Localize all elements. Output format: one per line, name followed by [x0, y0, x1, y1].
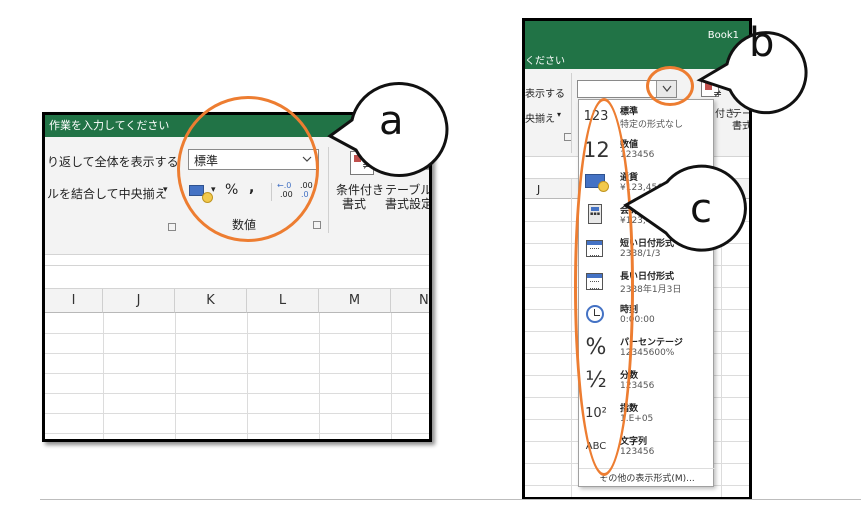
bottom-rule — [40, 499, 861, 500]
callout-bubble-c — [623, 164, 747, 252]
callout-label-a: a — [379, 98, 404, 144]
callout-bubbles — [327, 31, 808, 252]
callout-label-c: c — [690, 186, 712, 232]
callout-label-b: b — [749, 20, 775, 66]
